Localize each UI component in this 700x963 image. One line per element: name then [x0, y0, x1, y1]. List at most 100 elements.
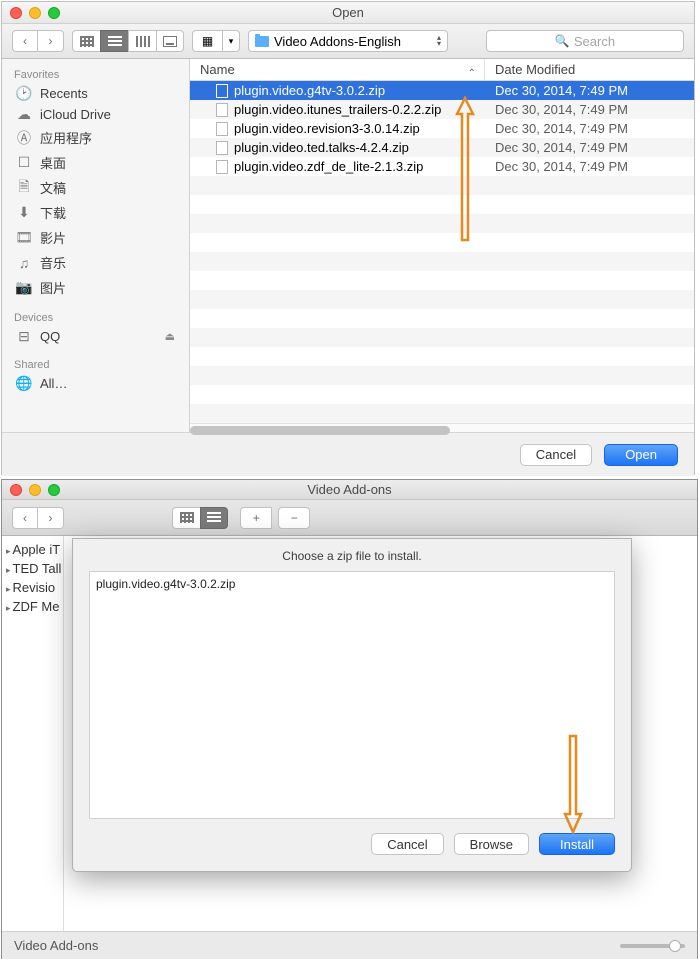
traffic-lights — [10, 484, 60, 496]
slider-knob[interactable] — [669, 940, 681, 952]
file-icon — [216, 103, 228, 117]
minimize-icon[interactable] — [29, 7, 41, 19]
table-row[interactable]: plugin.video.revision3-3.0.14.zipDec 30,… — [190, 119, 694, 138]
folder-icon — [255, 36, 269, 47]
browse-button[interactable]: Browse — [454, 833, 529, 855]
cancel-button[interactable]: Cancel — [520, 444, 592, 466]
file-date: Dec 30, 2014, 7:49 PM — [485, 83, 694, 98]
dialog-footer: Cancel Open — [2, 432, 694, 476]
table-row-empty — [190, 214, 694, 233]
close-icon[interactable] — [10, 7, 22, 19]
table-row[interactable]: plugin.video.ted.talks-4.2.4.zipDec 30, … — [190, 138, 694, 157]
view-coverflow-button[interactable] — [156, 30, 184, 52]
arrange-button[interactable]: ▦ — [192, 30, 222, 52]
sidebar-item-all[interactable]: 🌐All… — [2, 373, 189, 394]
forward-button[interactable]: › — [38, 507, 64, 529]
clock-icon: 🕑 — [16, 87, 32, 101]
network-icon: 🌐 — [16, 377, 32, 391]
install-button[interactable]: Install — [539, 833, 615, 855]
view-icon-button[interactable] — [172, 507, 200, 529]
search-input[interactable]: 🔍 Search — [486, 30, 684, 52]
movie-icon: 🎞 — [16, 231, 32, 245]
sidebar-item-icloud[interactable]: ☁︎iCloud Drive — [2, 104, 189, 125]
view-mode-group — [72, 30, 184, 52]
eject-icon[interactable]: ⏏ — [165, 330, 175, 343]
list-item[interactable]: Revisio — [2, 578, 63, 597]
list-item[interactable]: TED Tall — [2, 559, 63, 578]
arrange-menu-button[interactable]: ▾ — [222, 30, 240, 52]
nav-buttons: ‹ › — [12, 507, 64, 529]
list-item[interactable]: ZDF Me — [2, 597, 63, 616]
download-icon: ⬇︎ — [16, 206, 32, 220]
sidebar-item-pictures[interactable]: 📷图片 — [2, 275, 189, 300]
music-icon: ♫ — [16, 256, 32, 270]
toolbar: ‹ › ▦ ▾ Video Addons-English ▴▾ 🔍 Search — [2, 24, 694, 59]
path-popup[interactable]: Video Addons-English ▴▾ — [248, 30, 448, 52]
column-header-name[interactable]: Name⌃ — [190, 59, 485, 80]
add-button[interactable]: + — [240, 507, 272, 529]
table-row-empty — [190, 290, 694, 309]
horizontal-scrollbar[interactable] — [190, 423, 694, 432]
open-button[interactable]: Open — [604, 444, 678, 466]
desktop-icon: ☐ — [16, 156, 32, 170]
file-icon — [216, 160, 228, 174]
sidebar-item-recents[interactable]: 🕑Recents — [2, 83, 189, 104]
table-row-empty — [190, 309, 694, 328]
status-text: Video Add-ons — [14, 938, 98, 953]
table-row-empty — [190, 233, 694, 252]
file-name: plugin.video.itunes_trailers-0.2.2.zip — [234, 102, 441, 117]
column-header-date[interactable]: Date Modified — [485, 59, 694, 81]
table-row[interactable]: plugin.video.itunes_trailers-0.2.2.zipDe… — [190, 100, 694, 119]
chevron-updown-icon: ▴▾ — [437, 35, 441, 47]
window-title: Video Add-ons — [307, 482, 391, 497]
titlebar[interactable]: Video Add-ons — [2, 480, 697, 500]
sidebar-item-music[interactable]: ♫音乐 — [2, 250, 189, 275]
table-row-empty — [190, 404, 694, 423]
view-list-button[interactable] — [200, 507, 228, 529]
close-icon[interactable] — [10, 484, 22, 496]
forward-button[interactable]: › — [38, 30, 64, 52]
titlebar[interactable]: Open — [2, 2, 694, 24]
install-zip-dialog: Choose a zip file to install. plugin.vid… — [72, 538, 632, 872]
sidebar-item-desktop[interactable]: ☐桌面 — [2, 150, 189, 175]
sidebar-header-favorites: Favorites — [2, 65, 189, 83]
status-bar: Video Add-ons — [2, 931, 697, 959]
arrange-group: ▦ ▾ — [192, 30, 240, 52]
view-list-button[interactable] — [100, 30, 128, 52]
zoom-icon[interactable] — [48, 484, 60, 496]
zoom-slider[interactable] — [620, 944, 685, 948]
minimize-icon[interactable] — [29, 484, 41, 496]
list-item[interactable]: Apple iT — [2, 540, 63, 559]
sidebar-item-apps[interactable]: Ⓐ应用程序 — [2, 125, 189, 150]
table-row-empty — [190, 366, 694, 385]
add-remove-group: + − — [240, 507, 310, 529]
back-button[interactable]: ‹ — [12, 507, 38, 529]
cancel-button[interactable]: Cancel — [371, 833, 443, 855]
view-icon-button[interactable] — [72, 30, 100, 52]
sidebar-item-downloads[interactable]: ⬇︎下载 — [2, 200, 189, 225]
file-date: Dec 30, 2014, 7:49 PM — [485, 121, 694, 136]
table-row[interactable]: plugin.video.g4tv-3.0.2.zipDec 30, 2014,… — [190, 81, 694, 100]
traffic-lights — [10, 7, 60, 19]
table-row[interactable]: plugin.video.zdf_de_lite-2.1.3.zipDec 30… — [190, 157, 694, 176]
scrollbar-thumb[interactable] — [190, 426, 450, 435]
apps-icon: Ⓐ — [16, 131, 32, 145]
doc-icon: 🗎 — [16, 181, 32, 195]
file-path-box[interactable]: plugin.video.g4tv-3.0.2.zip — [89, 571, 615, 819]
column-headers: Name⌃ Date Modified — [190, 59, 694, 81]
sidebar-item-qq[interactable]: ⊟QQ⏏ — [2, 326, 189, 347]
remove-button[interactable]: − — [278, 507, 310, 529]
table-row-empty — [190, 328, 694, 347]
back-button[interactable]: ‹ — [12, 30, 38, 52]
zoom-icon[interactable] — [48, 7, 60, 19]
sidebar-item-movies[interactable]: 🎞影片 — [2, 225, 189, 250]
table-row-empty — [190, 195, 694, 214]
addon-list: Apple iT TED Tall Revisio ZDF Me — [2, 536, 64, 931]
sidebar-item-documents[interactable]: 🗎文稿 — [2, 175, 189, 200]
file-date: Dec 30, 2014, 7:49 PM — [485, 140, 694, 155]
open-dialog-window: Open ‹ › ▦ ▾ Video Addons-English ▴▾ 🔍 S… — [1, 1, 695, 475]
nav-buttons: ‹ › — [12, 30, 64, 52]
path-label: Video Addons-English — [274, 34, 401, 49]
search-placeholder: Search — [574, 34, 615, 49]
view-column-button[interactable] — [128, 30, 156, 52]
